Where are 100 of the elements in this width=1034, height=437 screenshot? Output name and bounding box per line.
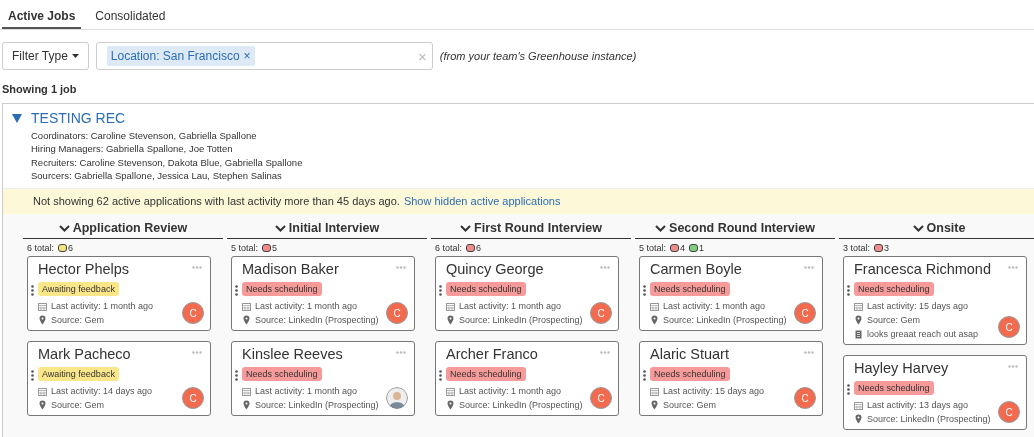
stage-header[interactable]: Initial Interview — [227, 221, 427, 240]
location-pin-icon — [446, 315, 455, 326]
candidate-card[interactable]: Mark Pacheco Awaiting feedback Last activity: 14 days ago Source: Gem C — [27, 341, 211, 417]
candidate-name: Madison Baker — [242, 260, 339, 279]
tab[interactable]: Active Jobs — [2, 0, 82, 29]
calendar-icon — [854, 400, 863, 410]
location-pin-icon — [650, 315, 659, 326]
calendar-icon — [446, 301, 455, 311]
chevron-icon — [912, 224, 924, 232]
source: Source: LinkedIn (Prospecting) — [255, 400, 379, 411]
avatar: C — [590, 302, 612, 325]
source: Source: Gem — [51, 315, 105, 326]
show-hidden-link[interactable]: Show hidden active applications — [403, 195, 561, 208]
avatar: C — [590, 387, 612, 410]
stage-total: 3 total: — [843, 243, 871, 254]
drag-handle-icon[interactable] — [235, 285, 238, 297]
candidate-card[interactable]: Hayley Harvey Needs scheduling Last activity: 13 days ago Source: LinkedIn (Prospecting) C — [843, 355, 1027, 431]
candidate-card[interactable]: Hector Phelps Awaiting feedback Last activity: 1 month ago Source: Gem C — [27, 256, 211, 332]
status-tag: Needs scheduling — [446, 367, 526, 382]
status-tag: Needs scheduling — [650, 367, 730, 382]
chevron-icon — [460, 224, 472, 232]
last-activity: Last activity: 14 days ago — [51, 386, 153, 397]
status-count: 6 — [476, 243, 482, 254]
stage-header[interactable]: Second Round Interview — [635, 221, 835, 240]
stage-header[interactable]: Application Review — [23, 221, 223, 240]
drag-handle-icon[interactable] — [31, 285, 34, 297]
candidate-name: Mark Pacheco — [38, 345, 131, 364]
stage-total: 6 total: — [435, 243, 463, 254]
drag-handle-icon[interactable] — [847, 285, 850, 297]
job-title[interactable]: TESTING REC — [31, 110, 126, 126]
status-tag: Needs scheduling — [446, 282, 526, 297]
location-pin-icon — [242, 315, 251, 326]
job-detail: Sourcers: Gabriella Spallone, Jessica Lau, Stephen Salinas — [31, 168, 283, 183]
candidate-card[interactable]: Carmen Boyle Needs scheduling Last activity: 1 month ago Source: LinkedIn (Prospecting) C — [639, 256, 823, 332]
status-count: 5 — [272, 243, 278, 254]
calendar-icon — [38, 301, 47, 311]
calendar-icon — [38, 386, 47, 396]
tab[interactable]: Consolidated — [89, 0, 172, 29]
last-activity: Last activity: 15 days ago — [867, 301, 969, 312]
notice-text: Not showing 62 active applications with last activity more than 45 days ago. — [33, 195, 400, 208]
results-count: Showing 1 job — [2, 83, 78, 95]
avatar: C — [998, 316, 1020, 339]
source: Source: LinkedIn (Prospecting) — [663, 315, 787, 326]
source: Source: Gem — [663, 400, 717, 411]
job-detail: Coordinators: Caroline Stevenson, Gabriella Spallone — [31, 129, 258, 143]
location-pin-icon — [650, 400, 659, 411]
candidate-card[interactable]: Kinslee Reeves Needs scheduling Last activity: 1 month ago Source: LinkedIn (Prospecting) — [231, 341, 415, 417]
candidate-name: Archer Franco — [446, 345, 538, 364]
job-detail: Hiring Managers: Gabriella Spallone, Joe Totten — [31, 142, 234, 156]
calendar-icon — [650, 386, 659, 396]
filter-chip: Location: San Francisco × — [106, 46, 255, 66]
last-activity: Last activity: 15 days ago — [663, 386, 765, 397]
drag-handle-icon[interactable] — [847, 384, 850, 396]
drag-handle-icon[interactable] — [643, 370, 646, 382]
drag-handle-icon[interactable] — [235, 370, 238, 382]
avatar: C — [182, 387, 204, 410]
drag-handle-icon[interactable] — [439, 285, 442, 297]
last-activity: Last activity: 13 days ago — [867, 400, 969, 411]
source: Source: LinkedIn (Prospecting) — [867, 414, 991, 425]
last-activity: Last activity: 1 month ago — [459, 301, 562, 312]
status-count: 6 — [68, 243, 74, 254]
candidate-card[interactable]: Quincy George Needs scheduling Last activity: 1 month ago Source: LinkedIn (Prospecting) C — [435, 256, 619, 332]
location-pin-icon — [242, 400, 251, 411]
location-pin-icon — [446, 400, 455, 411]
status-tag: Needs scheduling — [854, 282, 934, 297]
candidate-name: Carmen Boyle — [650, 260, 742, 279]
last-activity: Last activity: 1 month ago — [51, 301, 154, 312]
job-detail: Recruiters: Caroline Stevenson, Dakota Blue, Gabriella Spallone — [31, 155, 304, 169]
location-pin-icon — [38, 400, 47, 411]
stage-header[interactable]: First Round Interview — [431, 221, 631, 240]
calendar-icon — [650, 301, 659, 311]
candidate-name: Kinslee Reeves — [242, 345, 343, 364]
avatar: C — [998, 401, 1020, 424]
candidate-name: Hayley Harvey — [854, 359, 949, 378]
chevron-icon — [655, 224, 667, 232]
last-activity: Last activity: 1 month ago — [663, 301, 766, 312]
candidate-card[interactable]: Alaric Stuart Needs scheduling Last activity: 15 days ago Source: Gem C — [639, 341, 823, 417]
filter-field[interactable]: Location: San Francisco × × — [95, 42, 433, 70]
status-count: 1 — [699, 243, 705, 254]
collapse-icon[interactable] — [12, 113, 22, 123]
candidate-card[interactable]: Archer Franco Needs scheduling Last activity: 1 month ago Source: LinkedIn (Prospecting) C — [435, 341, 619, 417]
location-pin-icon — [38, 315, 47, 326]
candidate-card[interactable]: Francesca Richmond Needs scheduling Last activity: 15 days ago Source: Gem looks greaat reach out asap C — [843, 256, 1027, 346]
chevron-icon — [58, 224, 70, 232]
drag-handle-icon[interactable] — [31, 370, 34, 382]
drag-handle-icon[interactable] — [643, 285, 646, 297]
last-activity: Last activity: 1 month ago — [255, 301, 358, 312]
status-count: 4 — [680, 243, 686, 254]
caret-icon — [71, 54, 79, 58]
avatar: C — [182, 302, 204, 325]
filter-note: (from your team's Greenhouse instance) — [439, 50, 637, 62]
candidate-card[interactable]: Madison Baker Needs scheduling Last activity: 1 month ago Source: LinkedIn (Prospecting) C — [231, 256, 415, 332]
remove-chip-button[interactable]: × — [243, 49, 251, 63]
filter-type-dropdown[interactable]: Filter Type — [2, 42, 89, 70]
candidate-name: Hector Phelps — [38, 260, 130, 279]
stage-header[interactable]: Onsite — [839, 221, 1034, 240]
source: Source: Gem — [51, 400, 105, 411]
location-pin-icon — [854, 315, 863, 326]
drag-handle-icon[interactable] — [439, 370, 442, 382]
avatar: C — [386, 302, 408, 325]
